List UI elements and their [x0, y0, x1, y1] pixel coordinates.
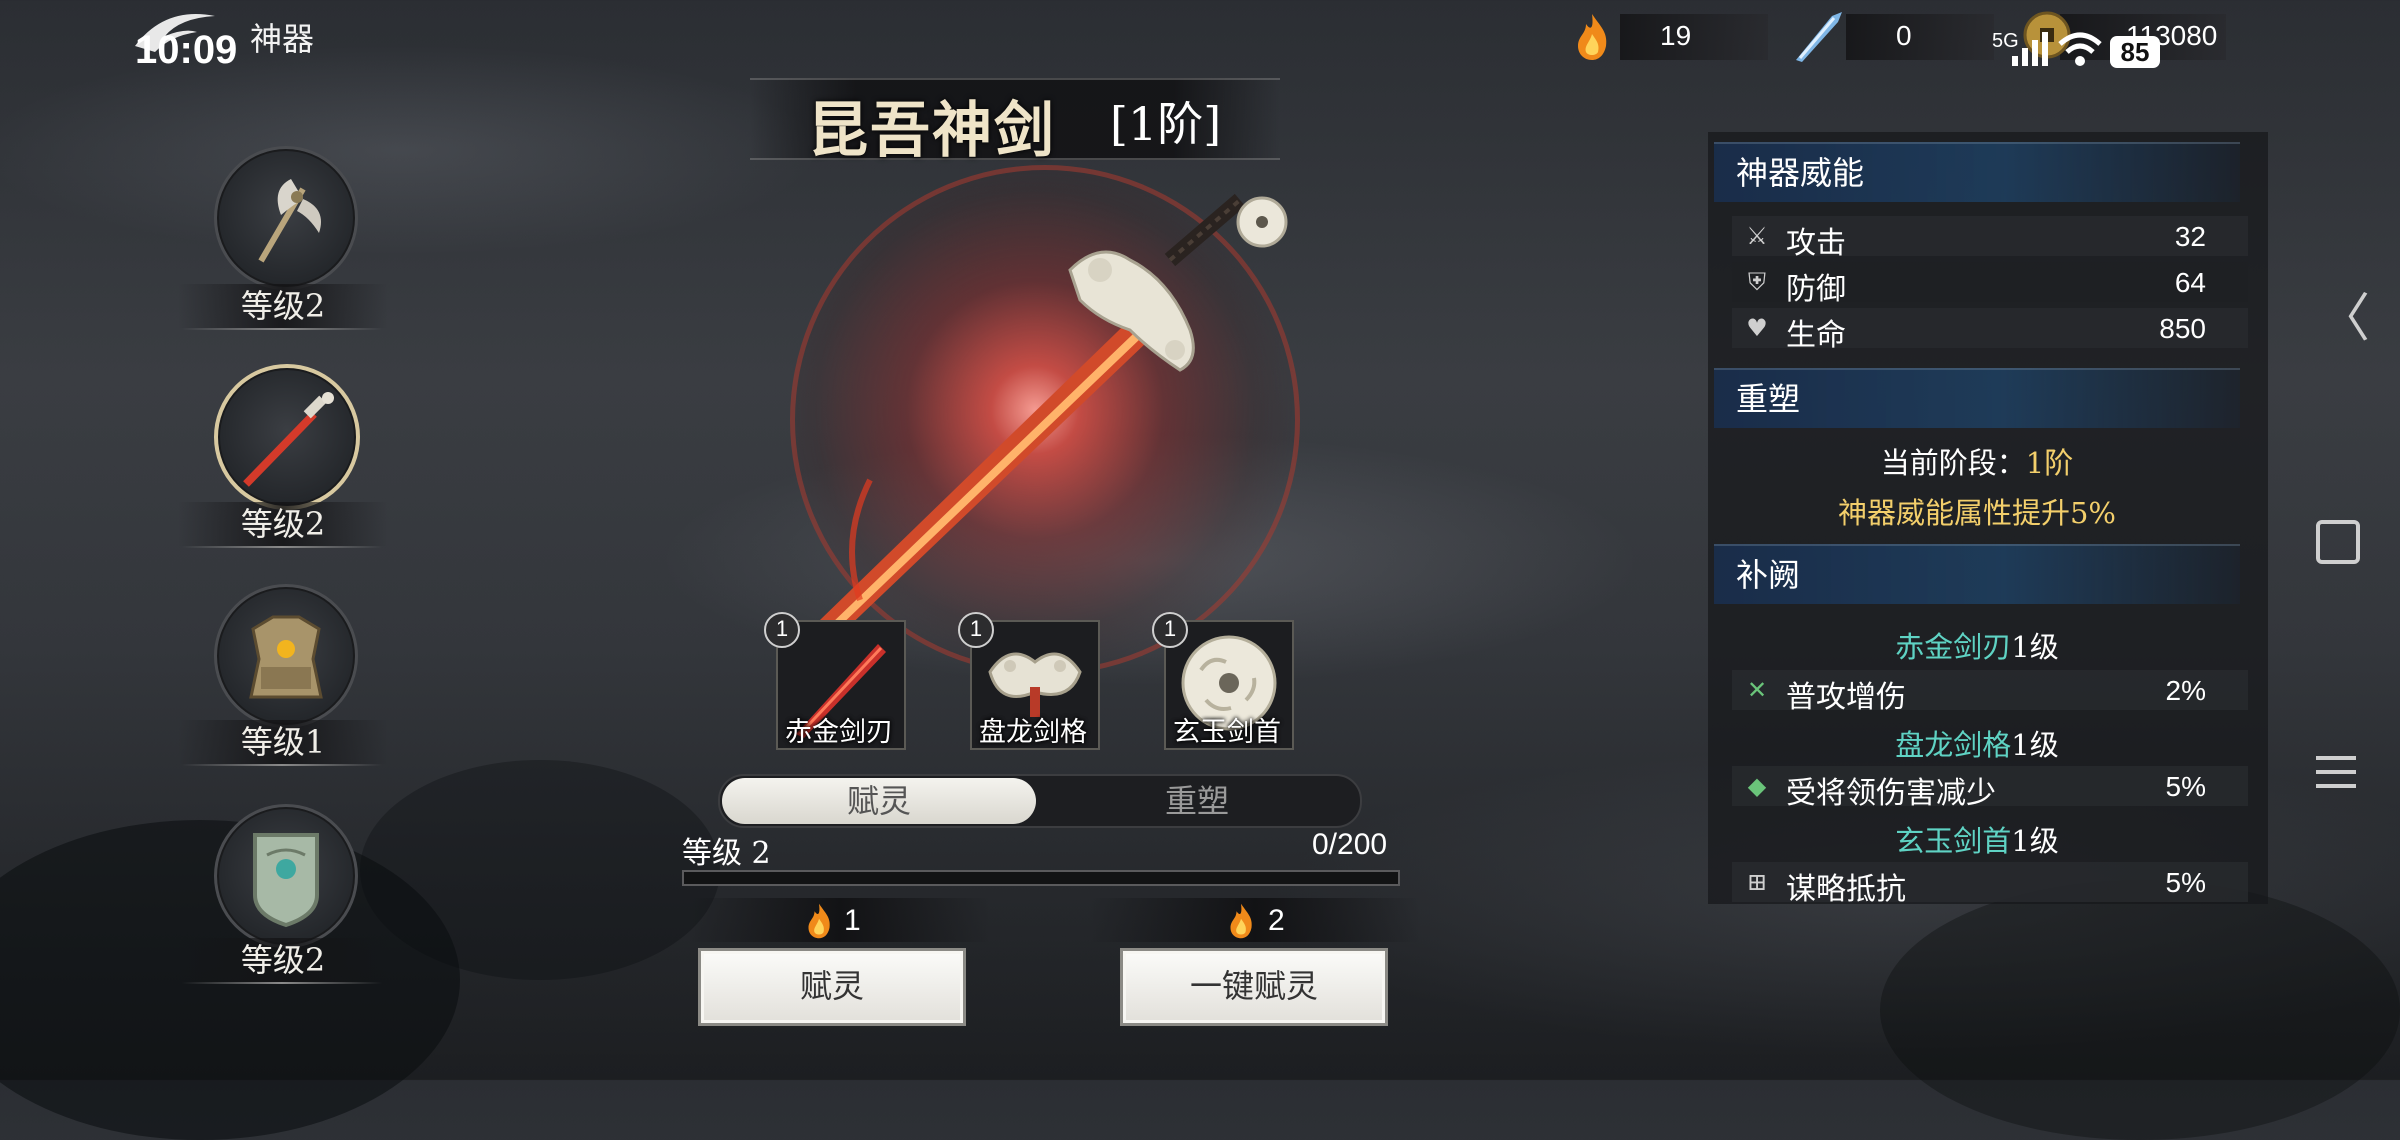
tab-reshape[interactable]: 重塑: [1040, 778, 1354, 824]
level-progress-text: 0/200: [1312, 828, 1388, 861]
crystal-blade-icon: [1796, 12, 1842, 62]
part-count-badge: 1: [958, 612, 994, 648]
battle-axe-icon: [258, 179, 321, 263]
stage-line: 当前阶段：1阶: [1714, 440, 2240, 482]
section-header-power: 神器威能: [1714, 142, 2240, 202]
artifact-level-armor: 等级1: [178, 720, 388, 764]
section-title-patch: 补阙: [1736, 556, 1801, 594]
back-nav-icon[interactable]: 〈: [2318, 276, 2370, 351]
part-count-badge: 1: [764, 612, 800, 648]
empower-button[interactable]: 赋灵: [698, 948, 966, 1026]
artifact-level-sword: 等级2: [178, 502, 388, 546]
cost-auto-value: 2: [1268, 904, 1285, 937]
shield-icon: [253, 833, 319, 928]
level-progress-bar: [682, 870, 1400, 886]
patch-part-level: 1级: [2011, 824, 2059, 858]
artifact-slot-shield[interactable]: [214, 804, 358, 948]
patch-part-name: 盘龙剑格: [1895, 728, 2012, 762]
artifact-level-shield: 等级2: [178, 938, 388, 982]
weapon-name: 昆吾神剑: [808, 96, 1056, 166]
part-count-badge: 1: [1152, 612, 1188, 648]
heart-icon: ♥: [1746, 314, 1768, 342]
armor-icon: [249, 615, 323, 699]
strategy-icon: ⊞: [1746, 868, 1768, 896]
artifact-level-axe: 等级2: [178, 284, 388, 328]
artifact-slot-armor[interactable]: [214, 584, 358, 728]
tab-empower[interactable]: 赋灵: [722, 778, 1036, 824]
battery-indicator: 85: [2110, 36, 2160, 68]
patch-part-title: 玄玉剑首1级: [1714, 818, 2240, 860]
general-icon: ◆: [1747, 772, 1767, 800]
sword-illustration: [820, 193, 1288, 635]
stat-name: 生命: [1786, 318, 1846, 353]
patch-effect: 普攻增伤: [1786, 680, 1906, 715]
part-label-pommel: 玄玉剑首: [1173, 717, 1281, 748]
resource-crystal-box: [1846, 14, 1994, 60]
stat-name: 攻击: [1786, 226, 1846, 261]
armor-small-icon: ⛨: [1748, 268, 1766, 296]
red-sword-icon: [243, 392, 334, 487]
divider: [182, 328, 382, 330]
patch-value: 2%: [2165, 675, 2206, 706]
auto-empower-button[interactable]: 一键赋灵: [1120, 948, 1388, 1026]
artifact-slot-sword[interactable]: [214, 364, 360, 510]
patch-effect: 受将领伤害减少: [1786, 776, 1996, 811]
section-title-reshape: 重塑: [1736, 380, 1801, 418]
patch-part-name: 赤金剑刃: [1895, 630, 2012, 664]
stage-value: 1阶: [2025, 446, 2074, 480]
flame-icon: [1578, 14, 1607, 60]
stat-value: 64: [2174, 267, 2206, 298]
flame-icon: [808, 903, 830, 939]
stage-bonus: 神器威能属性提升5%: [1837, 496, 2116, 530]
crossed-swords-icon: ✕: [1746, 676, 1768, 704]
signal-icon: [2012, 32, 2048, 66]
patch-part-name: 玄玉剑首: [1895, 824, 2012, 858]
resource-crystal-value: 0: [1896, 20, 1912, 51]
section-header-reshape: 重塑: [1714, 368, 2240, 428]
section-title-power: 神器威能: [1736, 154, 1865, 192]
patch-value: 5%: [2165, 867, 2206, 898]
menu-nav-icon[interactable]: [2316, 752, 2356, 792]
patch-part-level: 1级: [2011, 728, 2059, 762]
divider: [182, 982, 382, 984]
patch-part-title: 赤金剑刃1级: [1714, 624, 2240, 666]
patch-value: 5%: [2165, 771, 2206, 802]
patch-part-title: 盘龙剑格1级: [1714, 722, 2240, 764]
status-time: 10:09: [135, 28, 238, 72]
resource-flame-box: [1620, 14, 1768, 60]
resource-flame-value: 19: [1660, 20, 1692, 51]
cost-single-value: 1: [844, 904, 861, 937]
home-nav-icon[interactable]: [2316, 520, 2360, 564]
cost-row-single: [690, 898, 990, 942]
stage-label: 当前阶段：: [1880, 446, 2026, 480]
stat-name: 防御: [1786, 272, 1846, 307]
divider: [182, 764, 382, 766]
artifact-slot-axe[interactable]: [214, 146, 358, 290]
weapon-rank: [1阶]: [1110, 97, 1222, 151]
stat-value: 850: [2159, 313, 2206, 344]
level-label: 等级 2: [682, 836, 771, 871]
page-title: 神器: [250, 20, 315, 58]
wifi-icon: [2058, 32, 2102, 66]
patch-effect: 谋略抵抗: [1786, 872, 1906, 907]
lotus-silhouette: [1880, 880, 2400, 1140]
section-header-patch: 补阙: [1714, 544, 2240, 604]
sword-icon: ⚔: [1746, 222, 1768, 250]
patch-part-level: 1级: [2011, 630, 2059, 664]
part-label-blade: 赤金剑刃: [785, 717, 893, 748]
divider: [182, 546, 382, 548]
artifact-list: 等级2 等级2 等级1 等级2: [176, 140, 476, 1000]
flame-icon: [1230, 903, 1252, 939]
stat-value: 32: [2174, 221, 2206, 252]
part-label-guard: 盘龙剑格: [979, 717, 1087, 748]
